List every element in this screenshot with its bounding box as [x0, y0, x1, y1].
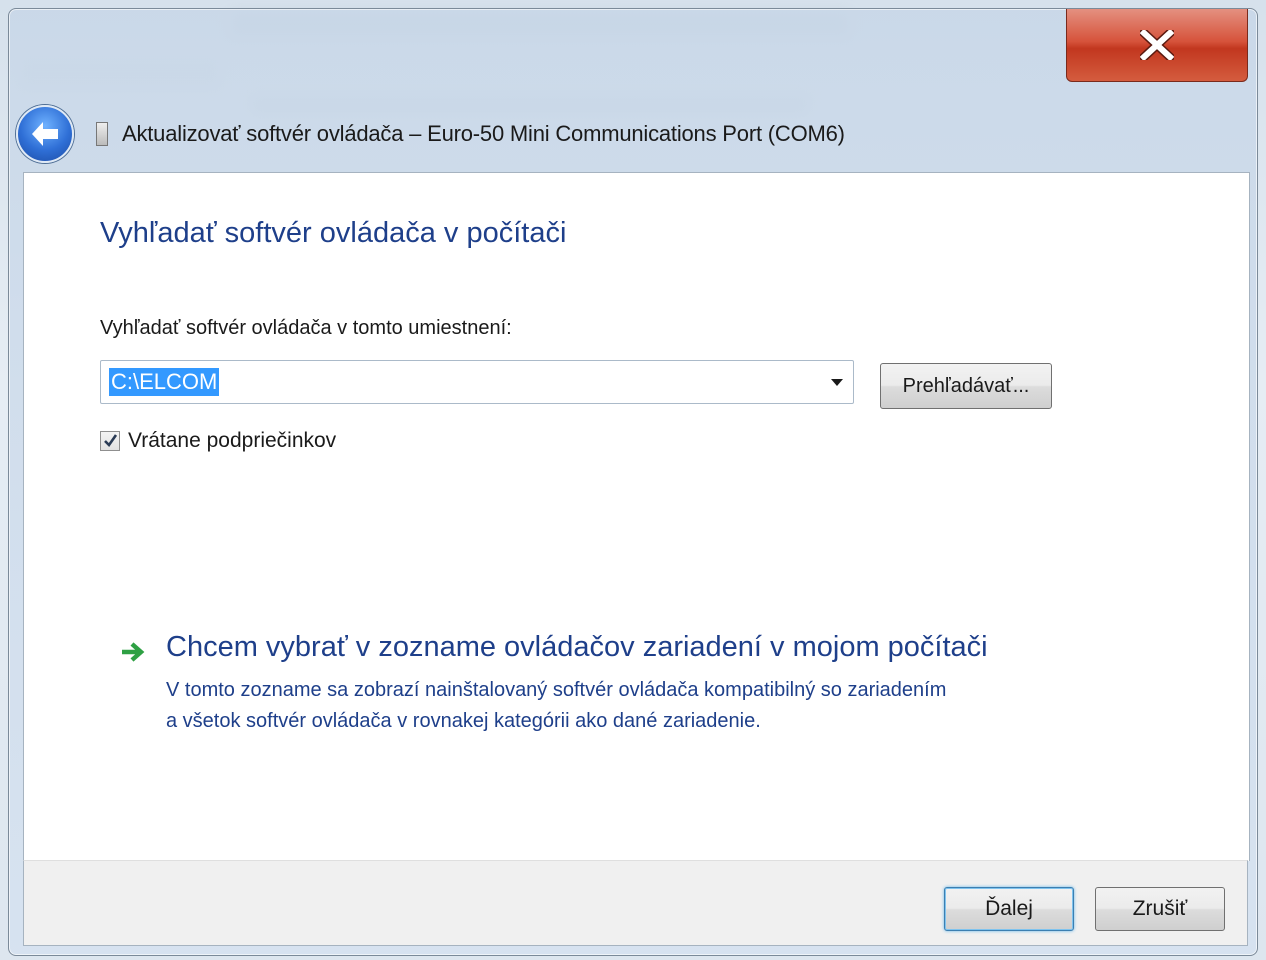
window-title: Aktualizovať softvér ovládača – Euro-50 …	[122, 121, 845, 146]
description-line: V tomto zozname sa zobrazí nainštalovaný…	[166, 679, 947, 701]
checkmark-icon	[104, 434, 118, 448]
close-x-icon	[1140, 30, 1174, 60]
content-panel: Vyhľadať softvér ovládača v počítači Vyh…	[23, 172, 1250, 861]
dialog-header: Aktualizovať softvér ovládača – Euro-50 …	[16, 104, 1016, 164]
pick-from-list-title[interactable]: Chcem vybrať v zozname ovládačov zariade…	[166, 631, 988, 664]
chevron-down-icon[interactable]	[831, 379, 843, 386]
include-subfolders-row[interactable]: Vrátane podpriečinkov	[100, 427, 336, 455]
browse-button[interactable]: Prehľadávať...	[880, 363, 1052, 409]
device-icon	[96, 122, 108, 146]
page-heading: Vyhľadať softvér ovládača v počítači	[100, 217, 567, 249]
cancel-button[interactable]: Zrušiť	[1095, 887, 1225, 931]
location-value[interactable]: C:\ELCOM	[109, 368, 220, 396]
next-button[interactable]: Ďalej	[944, 887, 1074, 931]
location-label: Vyhľadať softvér ovládača v tomto umiest…	[100, 317, 512, 339]
back-button[interactable]	[16, 105, 74, 163]
dialog-footer: Ďalej Zrušiť	[23, 860, 1248, 946]
include-subfolders-checkbox[interactable]	[100, 431, 120, 451]
green-arrow-icon	[122, 642, 145, 662]
include-subfolders-label: Vrátane podpriečinkov	[128, 429, 337, 452]
description-line: a všetok softvér ovládača v rovnakej kat…	[166, 710, 761, 732]
close-button[interactable]	[1066, 9, 1248, 82]
back-arrow-icon	[32, 122, 58, 146]
pick-from-list-description: V tomto zozname sa zobrazí nainštalovaný…	[166, 675, 1166, 737]
location-combobox[interactable]: C:\ELCOM	[100, 360, 854, 404]
